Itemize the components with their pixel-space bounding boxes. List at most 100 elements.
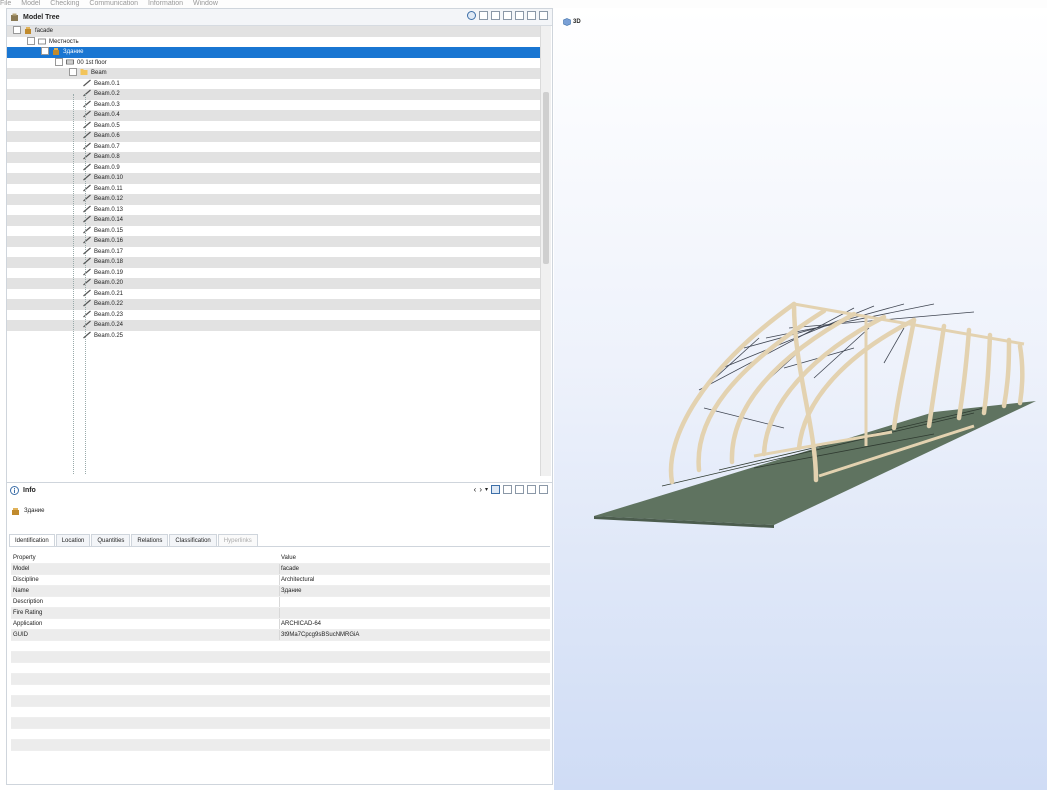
property-row[interactable]: Fire Rating [11, 608, 550, 619]
expand-toggle-icon[interactable] [69, 68, 77, 77]
tree-row-label: 00 1st floor [77, 59, 107, 66]
model-tree-scroll-thumb[interactable] [543, 92, 549, 264]
property-row[interactable]: Name Здание [11, 586, 550, 597]
tree-row-label: Beam.0.25 [94, 332, 124, 339]
maximize-icon[interactable] [539, 11, 548, 20]
tree-row[interactable]: facade [7, 26, 542, 37]
3d-viewport[interactable]: 3D [554, 8, 1047, 790]
property-name: GUID [13, 632, 28, 638]
tree-row[interactable]: Beam.0.23 [7, 310, 542, 321]
building-icon [24, 26, 32, 35]
model-tree-toolbar [467, 11, 548, 20]
tree-row-label: Beam.0.12 [94, 196, 124, 202]
menu-file[interactable]: File [0, 0, 11, 7]
property-name: Fire Rating [13, 610, 43, 616]
tree-row[interactable]: Местность [7, 36, 542, 48]
value-column-header[interactable]: Value [281, 553, 296, 563]
tree-row-label: Beam.0.20 [94, 280, 124, 286]
tree-row[interactable]: Beam.0.15 [7, 226, 542, 237]
tree-row[interactable]: Beam.0.19 [7, 268, 542, 279]
tree-row[interactable]: Beam.0.11 [7, 184, 542, 195]
property-table: Property Value Model facade Discipline Arch… [11, 553, 550, 751]
tree-row-label: facade [35, 28, 54, 34]
building-model[interactable] [554, 8, 1047, 790]
close-panel-icon[interactable] [527, 11, 536, 20]
selected-object-name: Здание [24, 508, 45, 514]
column-divider [279, 575, 280, 585]
tree-row[interactable]: Beam.0.24 [7, 320, 542, 331]
menu-information[interactable]: Information [148, 0, 183, 7]
model-tree-header: Model Tree [7, 9, 552, 26]
tree-row[interactable]: Beam.0.10 [7, 173, 542, 184]
beam-icon [83, 79, 91, 87]
dropdown-icon[interactable]: ▾ [485, 486, 488, 493]
menu-window[interactable]: Window [193, 0, 218, 7]
tree-row[interactable]: Beam.0.18 [7, 257, 542, 268]
folder-icon [80, 68, 88, 76]
tree-row[interactable]: Здание [7, 47, 542, 58]
tree-view-icon[interactable] [479, 11, 488, 20]
tab-hyperlinks: Hyperlinks [217, 534, 258, 546]
tree-row[interactable]: Beam.0.8 [7, 152, 542, 163]
column-divider [279, 608, 280, 618]
menu-model[interactable]: Model [21, 0, 40, 7]
model-tree-title-group: Model Tree [10, 13, 60, 22]
tab-relations[interactable]: Relations [131, 534, 169, 546]
property-row[interactable]: Description [11, 597, 550, 608]
tree-row[interactable]: Beam.0.14 [7, 215, 542, 226]
filter-icon[interactable] [467, 11, 476, 20]
forward-icon[interactable]: › [479, 485, 482, 494]
expand-all-icon[interactable] [503, 485, 512, 494]
tree-row[interactable]: Beam.0.5 [7, 121, 542, 132]
tree-row[interactable]: Beam.0.12 [7, 194, 542, 205]
menu-communication[interactable]: Communication [89, 0, 138, 7]
tree-row[interactable]: Beam.0.7 [7, 142, 542, 153]
tab-identification[interactable]: Identification [9, 534, 55, 546]
tab-quantities[interactable]: Quantities [91, 534, 131, 546]
tab-location[interactable]: Location [55, 534, 91, 546]
tree-row[interactable]: Beam.0.16 [7, 236, 542, 247]
property-row[interactable]: Model facade [11, 564, 550, 575]
property-row[interactable]: Application ARCHICAD-64 [11, 619, 550, 630]
tree-row[interactable]: Beam.0.25 [7, 331, 542, 342]
property-row[interactable]: GUID 3t9Ma7Cpcg9sBSucNMRGiA [11, 630, 550, 641]
tree-row[interactable]: Beam.0.13 [7, 205, 542, 216]
tree-row[interactable]: Beam.0.21 [7, 289, 542, 300]
tree-row[interactable]: Beam.0.6 [7, 131, 542, 142]
empty-row [11, 641, 550, 652]
tree-row[interactable]: Beam.0.1 [7, 79, 542, 90]
sync-icon[interactable] [491, 485, 500, 494]
list-view-icon[interactable] [491, 11, 500, 20]
tree-row[interactable]: Beam.0.17 [7, 247, 542, 258]
close-panel-icon[interactable] [527, 485, 536, 494]
info-title: Info [23, 486, 36, 494]
model-tree-scrollbar[interactable] [540, 26, 551, 476]
tree-row-label: Beam.0.15 [94, 227, 124, 234]
tree-row-label: Beam.0.11 [94, 185, 123, 192]
property-column-header[interactable]: Property [13, 553, 36, 563]
tree-row-label: Beam.0.16 [94, 238, 124, 244]
back-icon[interactable]: ‹ [474, 485, 477, 494]
tree-row[interactable]: Beam.0.22 [7, 299, 542, 310]
empty-row [11, 729, 550, 740]
tree-row[interactable]: 00 1st floor [7, 57, 542, 69]
collapse-all-icon[interactable] [515, 485, 524, 494]
tree-row[interactable]: Beam.0.9 [7, 163, 542, 174]
collapse-all-icon[interactable] [515, 11, 524, 20]
tree-row[interactable]: Beam [7, 68, 542, 79]
tree-row[interactable]: Beam.0.2 [7, 89, 542, 100]
maximize-icon[interactable] [539, 485, 548, 494]
property-row[interactable]: Discipline Architectural [11, 575, 550, 586]
tree-row[interactable]: Beam.0.4 [7, 110, 542, 121]
expand-toggle-icon[interactable] [41, 47, 49, 56]
expand-toggle-icon[interactable] [55, 57, 63, 66]
expand-toggle-icon[interactable] [13, 26, 21, 35]
expand-all-icon[interactable] [503, 11, 512, 20]
building-icon [52, 47, 60, 56]
tree-row[interactable]: Beam.0.20 [7, 278, 542, 289]
tab-classification[interactable]: Classification [169, 534, 217, 546]
menu-checking[interactable]: Checking [50, 0, 79, 7]
expand-toggle-icon[interactable] [27, 36, 35, 45]
property-value: Здание [281, 588, 302, 594]
tree-row[interactable]: Beam.0.3 [7, 100, 542, 111]
